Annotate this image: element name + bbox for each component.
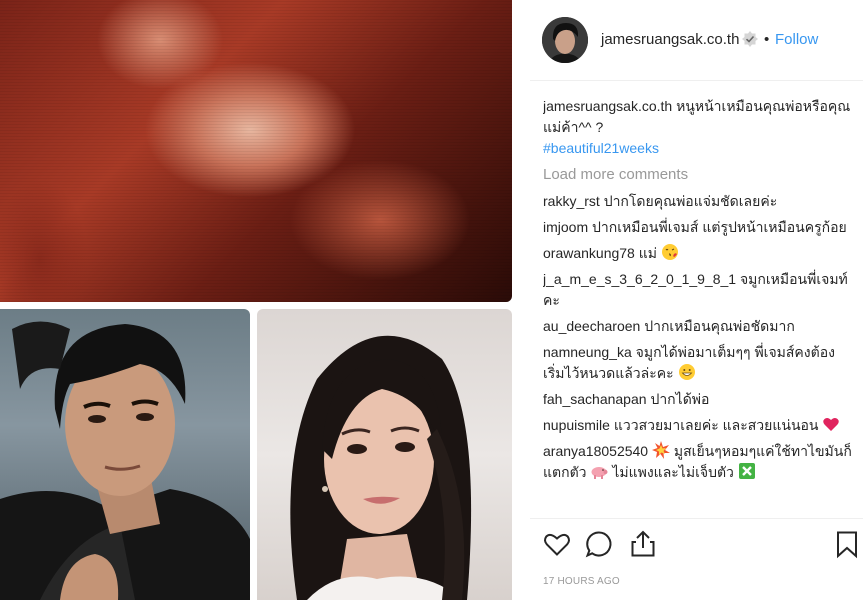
- comment-username[interactable]: nupuismile: [543, 417, 610, 433]
- heart-icon[interactable]: [542, 529, 572, 559]
- cross-mark-button-emoji: [738, 462, 756, 480]
- comment-text: แม่: [638, 245, 658, 261]
- comment-username[interactable]: orawankung78: [543, 245, 635, 261]
- comments-list[interactable]: jamesruangsak.co.th หนูหน้าเหมือนคุณพ่อห…: [543, 96, 853, 516]
- grinning-face-emoji: [678, 363, 696, 381]
- comment-item: nupuismile แววสวยมาเลยค่ะ และสวยแน่นอน: [543, 415, 853, 436]
- comment-item: aranya18052540 มูสเย็นๆหอมๆแค่ใช้ทาไขมัน…: [543, 441, 853, 483]
- red-heart-emoji: [822, 415, 840, 433]
- comment-item: orawankung78 แม่: [543, 243, 853, 264]
- comment-item: fah_sachanapan ปากได้พ่อ: [543, 389, 853, 410]
- comment-username[interactable]: fah_sachanapan: [543, 391, 647, 407]
- comment-text: ปากได้พ่อ: [650, 391, 710, 407]
- face-blowing-kiss-emoji: [661, 243, 679, 261]
- comment-text: ปากโดยคุณพ่อแจ่มชัดเลยค่ะ: [603, 193, 778, 209]
- speech-bubble-icon[interactable]: [584, 529, 614, 559]
- bookmark-icon[interactable]: [832, 529, 862, 559]
- collision-emoji: [652, 441, 670, 459]
- comment-text-continued: ไม่แพงและไม่เจ็บตัว: [612, 464, 734, 480]
- comment-item: imjoom ปากเหมือนพี่เจมส์ แต่รูปหน้าเหมือ…: [543, 217, 853, 238]
- caption-hashtag[interactable]: #beautiful21weeks: [543, 138, 853, 159]
- comment-item: au_deecharoen ปากเหมือนคุณพ่อชัดมาก: [543, 316, 853, 337]
- mother-photo: [257, 309, 512, 600]
- header-separator: •: [764, 31, 770, 48]
- verified-badge-icon: [742, 31, 758, 47]
- comment-username[interactable]: aranya18052540: [543, 443, 648, 459]
- comment-item: namneung_ka จมูกได้พ่อมาเต็มๆๆ พี่เจมส์ค…: [543, 342, 853, 384]
- post-side-panel: jamesruangsak.co.th • Follow jamesruangs…: [530, 0, 863, 600]
- header-username[interactable]: jamesruangsak.co.th: [601, 31, 739, 48]
- post-timestamp: 17 HOURS AGO: [543, 576, 620, 587]
- pig-emoji: [590, 462, 608, 480]
- follow-button[interactable]: Follow: [775, 31, 818, 48]
- comment-username[interactable]: namneung_ka: [543, 344, 632, 360]
- share-icon[interactable]: [628, 529, 658, 559]
- post-caption: jamesruangsak.co.th หนูหน้าเหมือนคุณพ่อห…: [543, 96, 853, 159]
- comment-item: j_a_m_e_s_3_6_2_0_1_9_8_1 จมูกเหมือนพี่เ…: [543, 269, 853, 311]
- comment-username[interactable]: au_deecharoen: [543, 318, 640, 334]
- comment-username[interactable]: j_a_m_e_s_3_6_2_0_1_9_8_1: [543, 271, 736, 287]
- comment-text: ปากเหมือนพี่เจมส์ แต่รูปหน้าเหมือนครูก้อ…: [592, 219, 847, 235]
- post-media[interactable]: [0, 0, 520, 600]
- comment-username[interactable]: rakky_rst: [543, 193, 600, 209]
- post-header: jamesruangsak.co.th • Follow: [530, 0, 863, 81]
- load-more-comments-button[interactable]: Load more comments: [543, 165, 853, 185]
- father-photo: [0, 309, 250, 600]
- comment-text: ปากเหมือนคุณพ่อชัดมาก: [644, 318, 795, 334]
- caption-username[interactable]: jamesruangsak.co.th: [543, 98, 672, 114]
- post-actions-bar: [530, 518, 863, 569]
- avatar[interactable]: [542, 17, 588, 63]
- comment-text: แววสวยมาเลยค่ะ และสวยแน่นอน: [613, 417, 819, 433]
- comment-username[interactable]: imjoom: [543, 219, 588, 235]
- comment-item: rakky_rst ปากโดยคุณพ่อแจ่มชัดเลยค่ะ: [543, 191, 853, 212]
- ultrasound-image: [0, 0, 512, 302]
